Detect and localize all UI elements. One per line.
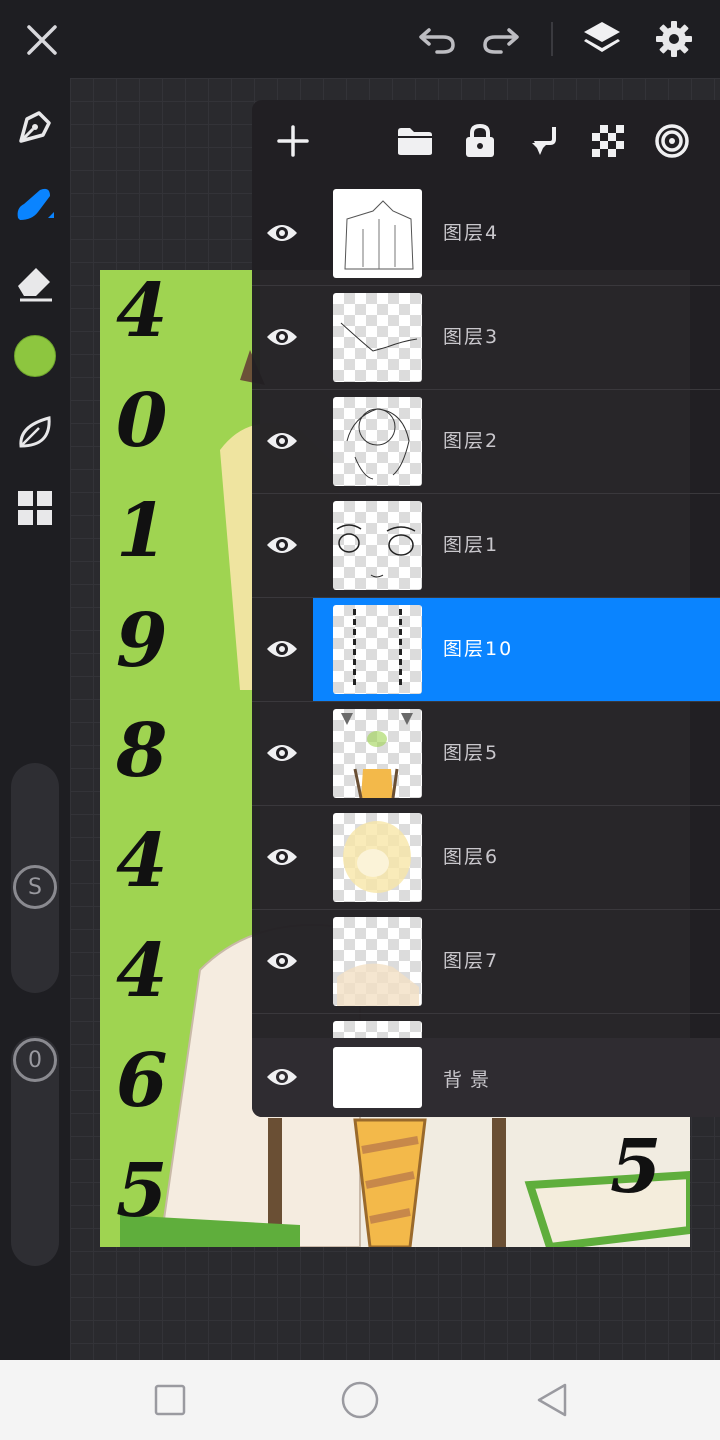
lock-icon[interactable] — [459, 120, 501, 162]
layer-name: 图层2 — [443, 430, 500, 452]
visibility-eye-icon[interactable] — [266, 428, 298, 454]
layer-row[interactable]: 图层3 — [252, 286, 720, 390]
layer-name: 图层7 — [443, 950, 500, 972]
gallery-grid-icon[interactable] — [13, 486, 57, 530]
artwork-digit: 8 — [116, 708, 168, 794]
layer-row[interactable]: 图层4 — [252, 182, 720, 286]
reference-target-icon[interactable] — [651, 120, 693, 162]
artwork-digit: 5 — [610, 1124, 662, 1210]
visibility-eye-icon[interactable] — [266, 948, 298, 974]
visibility-eye-icon[interactable] — [266, 220, 298, 246]
smudge-leaf-icon[interactable] — [13, 410, 57, 454]
add-layer-icon[interactable] — [272, 120, 314, 162]
close-icon[interactable] — [20, 18, 64, 62]
artwork-digit: 9 — [116, 598, 168, 684]
layer-row[interactable]: 图层5 — [252, 702, 720, 806]
layer-thumbnail — [333, 709, 422, 798]
visibility-eye-icon[interactable] — [266, 532, 298, 558]
undo-icon[interactable] — [414, 18, 460, 62]
layer-name: 图层3 — [443, 326, 500, 348]
layers-icon[interactable] — [578, 16, 626, 62]
back-triangle-icon[interactable] — [532, 1380, 572, 1420]
layer-thumbnail — [333, 917, 422, 1006]
layer-name: 图层10 — [443, 638, 514, 660]
color-swatch[interactable] — [13, 334, 57, 378]
layer-row[interactable]: 图层2 — [252, 390, 720, 494]
opacity-slider-knob[interactable]: 0 — [13, 1038, 57, 1082]
checkerboard-icon[interactable] — [587, 120, 629, 162]
layers-panel: 图层4 图层3 图层2 图层1 图层10 图层5 图层6 图层7 背景 — [252, 100, 720, 1117]
layer-thumbnail — [333, 397, 422, 486]
layer-thumbnail — [333, 605, 422, 694]
layer-thumbnail — [333, 501, 422, 590]
layer-row[interactable]: 图层6 — [252, 806, 720, 910]
layer-thumbnail — [333, 813, 422, 902]
layer-thumbnail — [333, 293, 422, 382]
visibility-eye-icon[interactable] — [266, 324, 298, 350]
artwork-digit: 4 — [116, 928, 168, 1014]
artwork-digit: 4 — [116, 270, 168, 354]
background-thumbnail — [333, 1047, 422, 1108]
merge-down-icon[interactable] — [523, 120, 565, 162]
artwork-digit: 1 — [116, 488, 168, 574]
artwork-digit: 6 — [116, 1038, 168, 1124]
visibility-eye-icon[interactable] — [266, 636, 298, 662]
layer-name: 图层1 — [443, 534, 500, 556]
recents-square-icon[interactable] — [150, 1380, 190, 1420]
brush-size-slider[interactable]: S — [11, 763, 59, 993]
visibility-eye-icon[interactable] — [266, 740, 298, 766]
layer-row[interactable]: 图层1 — [252, 494, 720, 598]
layer-name: 图层6 — [443, 846, 500, 868]
size-slider-knob[interactable]: S — [13, 865, 57, 909]
eraser-tool-icon[interactable] — [12, 260, 58, 304]
background-layer-name: 背景 — [443, 1069, 498, 1091]
artwork-digit: 5 — [116, 1148, 168, 1234]
layer-row-selected[interactable]: 图层10 — [252, 598, 720, 702]
layer-row[interactable]: 图层7 — [252, 910, 720, 1014]
layer-name: 图层5 — [443, 742, 500, 764]
visibility-eye-icon[interactable] — [266, 1064, 298, 1090]
opacity-slider[interactable]: 0 — [11, 1036, 59, 1266]
opacity-slider-label: 0 — [28, 1047, 42, 1073]
background-layer-row[interactable]: 背景 — [252, 1038, 720, 1117]
system-navigation-bar — [0, 1360, 720, 1440]
folder-icon[interactable] — [394, 120, 436, 162]
toolbar-divider — [551, 22, 553, 56]
size-slider-label: S — [28, 874, 42, 900]
settings-gear-icon[interactable] — [650, 16, 698, 62]
home-circle-icon[interactable] — [338, 1378, 382, 1422]
brush-tool-icon[interactable] — [10, 182, 60, 230]
layer-name: 图层4 — [443, 222, 500, 244]
visibility-eye-icon[interactable] — [266, 844, 298, 870]
layer-thumbnail — [333, 189, 422, 278]
layers-panel-toolbar — [252, 100, 720, 182]
artwork-digit: 0 — [116, 378, 168, 464]
pen-tool-icon[interactable] — [12, 106, 58, 152]
tool-sidebar: S 0 — [0, 78, 70, 1360]
redo-icon[interactable] — [478, 18, 524, 62]
top-toolbar — [0, 0, 720, 78]
artwork-digit: 4 — [116, 818, 168, 904]
